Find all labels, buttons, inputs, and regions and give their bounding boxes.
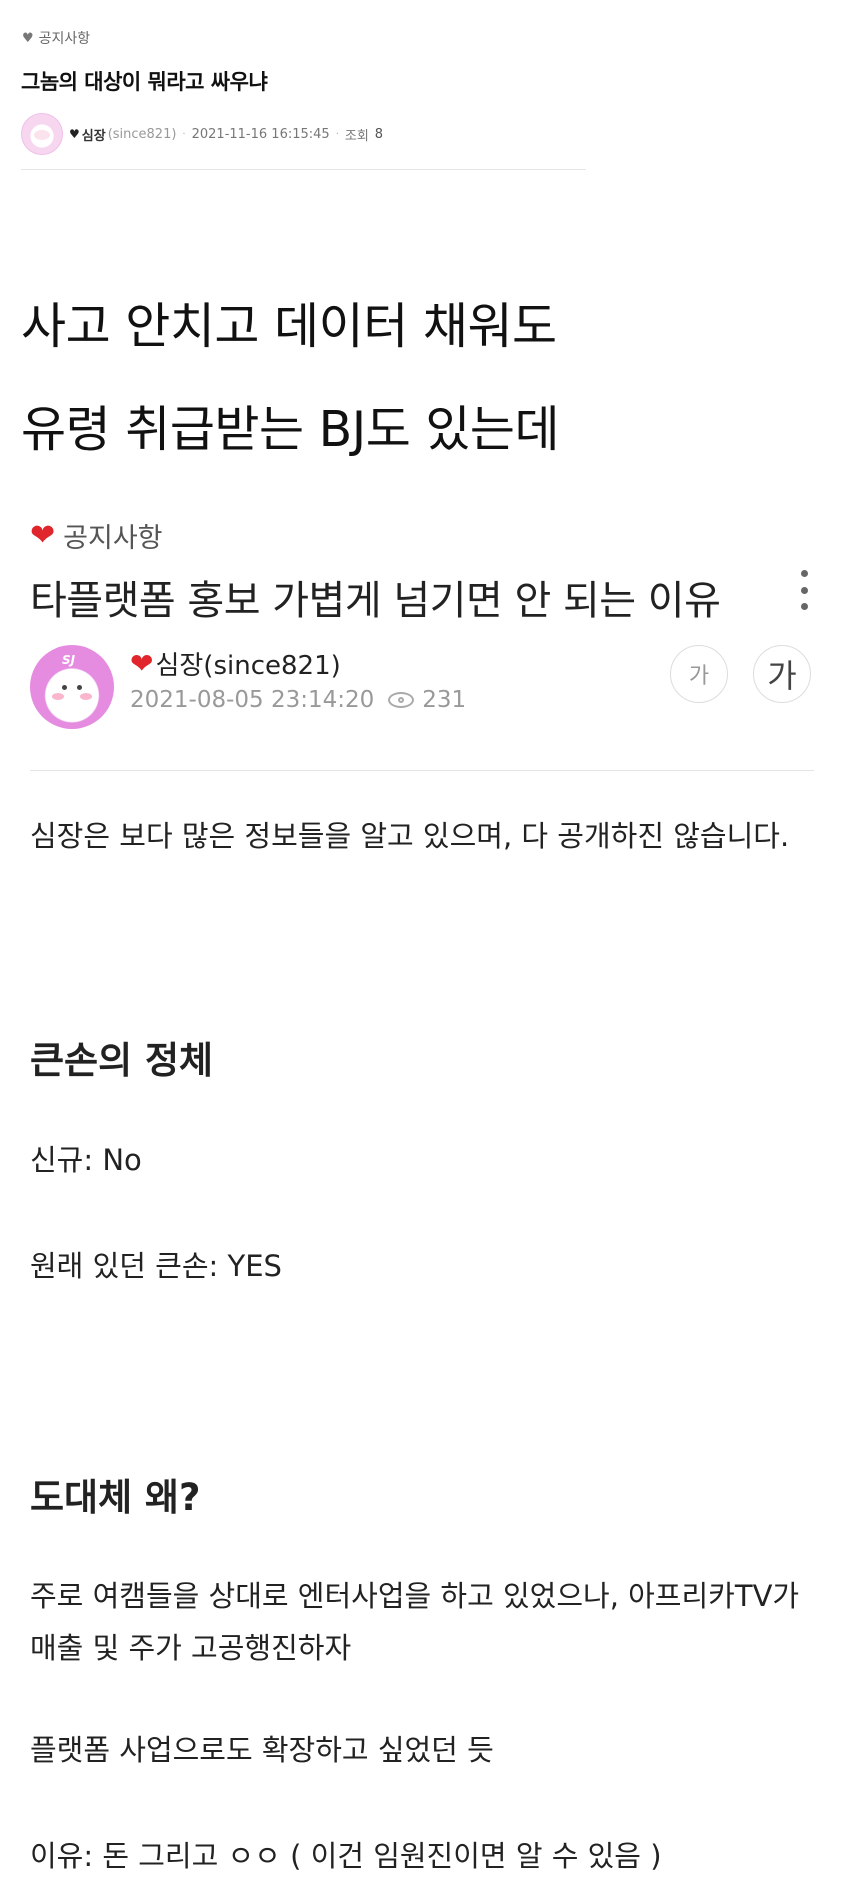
embed-meta: 2021-08-05 23:14:20 231 [130,687,466,713]
paragraph: 플랫폼 사업으로도 확장하고 싶었던 듯 [30,1733,494,1767]
heart-icon: ❤ [130,646,154,680]
paragraph: 원래 있던 큰손: YES [30,1249,282,1283]
heart-icon: ♥ [69,127,80,141]
author-name: 심장 [81,128,106,144]
separator: · [182,128,186,140]
paragraph: 신규: No [30,1143,142,1177]
embed-author: ❤ 심장(since821) [130,645,341,682]
paragraph: 심장은 보다 많은 정보들을 알고 있으며, 다 공개하진 않습니다. [30,819,790,853]
category-label: 공지사항 [38,31,91,47]
avatar: SJ [30,645,114,729]
views-count: 8 [374,126,384,142]
heart-icon: ♥ [22,30,34,46]
paragraph: 주로 여캠들을 상대로 엔터사업을 하고 있었으나, 아프리카TV가 매출 및 … [30,1579,800,1665]
post-category[interactable]: ♥ 공지사항 [22,28,90,48]
kebab-menu-icon [797,570,811,610]
section-heading: 도대체 왜? [30,1476,201,1519]
embed-views-count: 231 [422,687,467,713]
views-label: 조회 [344,128,369,144]
post-meta: ♥ 심장 (since821) · 2021-11-16 16:15:45 · … [21,113,383,155]
embed-date: 2021-08-05 23:14:20 [130,687,375,713]
avatar[interactable] [21,113,63,155]
body-line: 사고 안치고 데이터 채워도 [21,298,557,355]
post-date: 2021-11-16 16:15:45 [191,126,330,142]
paragraph: 이유: 돈 그리고 ㅇㅇ ( 이건 임원진이면 알 수 있음 ) [30,1839,662,1873]
embedded-screenshot: ❤ 공지사항 타플랫폼 홍보 가볍게 넘기면 안 되는 이유 SJ ❤ 심장(s… [0,490,848,1893]
divider [30,770,814,771]
font-size-large-button: 가 [753,645,811,703]
author[interactable]: ♥ 심장 (since821) [69,125,176,144]
avatar-badge: SJ [62,653,76,667]
embed-title: 타플랫폼 홍보 가볍게 넘기면 안 되는 이유 [30,578,721,624]
embed-author-row: SJ ❤ 심장(since821) 2021-08-05 23:14:20 23… [30,645,820,735]
separator: · [335,128,339,140]
embed-category: ❤ 공지사항 [30,516,163,555]
divider [21,169,586,170]
font-size-small-button: 가 [670,645,728,703]
embed-views: 231 [388,687,466,713]
heart-icon: ❤ [30,517,56,553]
embed-category-label: 공지사항 [63,523,163,554]
post-title: 그놈의 대상이 뭐라고 싸우냐 [21,70,268,94]
eye-icon [388,692,415,708]
body-line: 유령 취급받는 BJ도 있는데 [21,401,560,458]
embed-author-name: 심장(since821) [155,651,341,681]
section-heading: 큰손의 정체 [30,1039,214,1082]
author-handle: (since821) [107,126,177,142]
